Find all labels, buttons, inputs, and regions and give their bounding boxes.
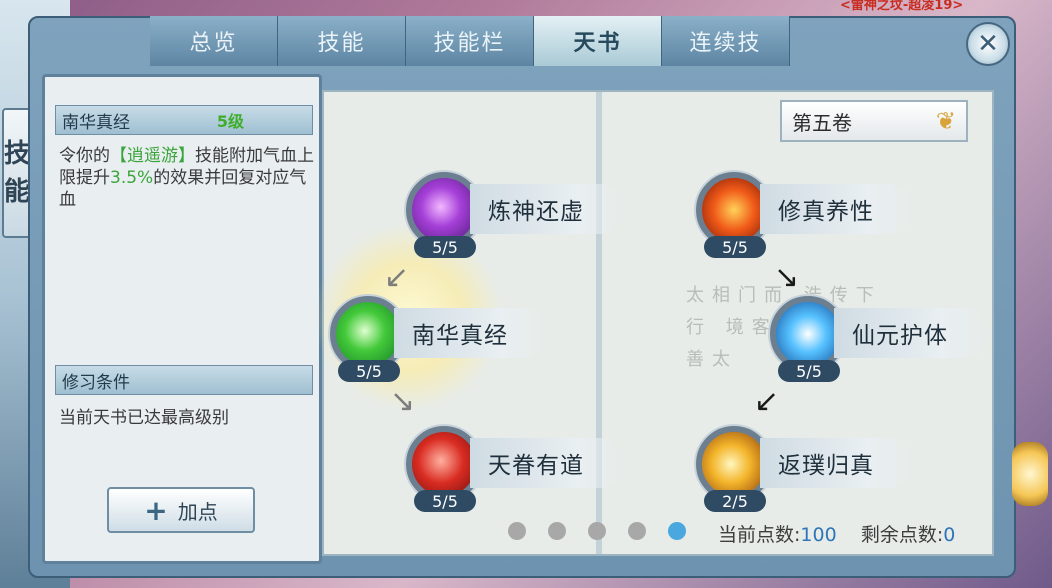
- detail-header: 南华真经 5级: [55, 105, 313, 135]
- tab-label: 技能栏: [433, 31, 506, 56]
- points-readout: 当前点数:100 剩余点数:0: [718, 520, 955, 547]
- skill-node-name: 仙元护体: [834, 308, 988, 358]
- page-dot[interactable]: [628, 522, 646, 540]
- tab-combo[interactable]: 连续技: [662, 16, 790, 66]
- skill-node[interactable]: 仙元护体 5/5: [770, 296, 990, 386]
- tab-label: 技能: [317, 31, 366, 56]
- skill-node-name: 返璞归真: [760, 438, 914, 488]
- skill-level: 5级: [216, 112, 244, 131]
- skill-book: 太相门而 浩传下行 境客转阶 为云善太 第五卷 ❦ 炼神还虚 5/5 南华真经 …: [314, 90, 994, 556]
- skill-node-name: 天眷有道: [470, 438, 624, 488]
- plus-icon: +: [144, 493, 168, 527]
- current-points-label: 当前点数:: [718, 524, 801, 546]
- skill-node-count: 5/5: [778, 360, 840, 382]
- add-point-label: 加点: [177, 499, 218, 524]
- skill-node[interactable]: 天眷有道 5/5: [406, 426, 626, 516]
- desc-prefix: 令你的: [59, 146, 110, 166]
- page-indicator: [508, 522, 686, 540]
- skill-node[interactable]: 南华真经 5/5: [330, 296, 550, 386]
- tab-skill-bar[interactable]: 技能栏: [406, 16, 534, 66]
- tab-overview[interactable]: 总览: [150, 16, 278, 66]
- desc-value: 3.5%: [110, 168, 154, 188]
- current-points-value: 100: [800, 524, 837, 546]
- skill-name: 南华真经: [62, 112, 130, 133]
- remaining-points-value: 0: [943, 524, 956, 546]
- lantern-decoration: [1012, 442, 1048, 506]
- arrow-down-left-icon: ↙: [384, 260, 410, 295]
- volume-label: 第五卷: [792, 110, 852, 135]
- condition-header: 修习条件: [55, 365, 313, 395]
- tab-skills[interactable]: 技能: [278, 16, 406, 66]
- tab-label: 天书: [573, 31, 622, 56]
- close-button[interactable]: ✕: [966, 22, 1010, 66]
- volume-selector[interactable]: 第五卷 ❦: [780, 100, 968, 142]
- tab-label: 总览: [189, 31, 238, 56]
- arrow-down-left-icon: ↙: [754, 384, 780, 419]
- arrow-down-right-icon: ↘: [390, 384, 416, 419]
- skill-node[interactable]: 炼神还虚 5/5: [406, 172, 626, 262]
- tab-label: 连续技: [689, 31, 762, 56]
- page-dot[interactable]: [508, 522, 526, 540]
- page-dot[interactable]: [548, 522, 566, 540]
- skill-node-count: 5/5: [338, 360, 400, 382]
- page-dot[interactable]: [588, 522, 606, 540]
- page-dot-active[interactable]: [668, 522, 686, 540]
- skill-node-name: 南华真经: [394, 308, 548, 358]
- add-point-button[interactable]: + 加点: [107, 487, 255, 533]
- skill-node[interactable]: 返璞归真 2/5: [696, 426, 916, 516]
- skill-node[interactable]: 修真养性 5/5: [696, 172, 916, 262]
- lotus-icon: ❦: [935, 107, 956, 135]
- skill-node-count: 5/5: [414, 236, 476, 258]
- detail-card: 南华真经 5级 令你的【逍遥游】技能附加气血上限提升3.5%的效果并回复对应气血…: [42, 74, 322, 564]
- skill-node-name: 修真养性: [760, 184, 914, 234]
- desc-skill: 【逍遥游】: [110, 146, 195, 166]
- close-icon: ✕: [977, 29, 999, 59]
- skill-node-count: 5/5: [704, 236, 766, 258]
- tab-tianshu[interactable]: 天书: [534, 16, 662, 66]
- arrow-down-right-icon: ↘: [774, 260, 800, 295]
- tab-bar: 总览 技能 技能栏 天书 连续技: [150, 16, 790, 68]
- remaining-points-label: 剩余点数:: [860, 524, 944, 546]
- header-text: <雷神之坟-超凌19>: [840, 0, 964, 13]
- condition-text: 当前天书已达最高级别: [59, 408, 229, 428]
- skill-node-name: 炼神还虚: [470, 184, 624, 234]
- skill-description: 令你的【逍遥游】技能附加气血上限提升3.5%的效果并回复对应气血: [59, 145, 315, 211]
- skill-node-count: 2/5: [704, 490, 766, 512]
- skill-node-count: 5/5: [414, 490, 476, 512]
